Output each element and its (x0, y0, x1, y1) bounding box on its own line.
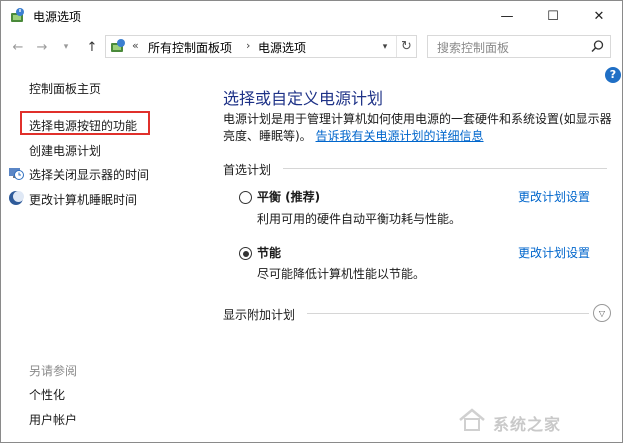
minimize-button[interactable]: — (484, 1, 530, 31)
power-options-app-icon (11, 8, 24, 22)
watermark-text: 系统之家 (493, 415, 562, 434)
chevron-down-icon: ▾ (63, 42, 69, 52)
window-title: 电源选项 (33, 10, 82, 24)
chevron-down-icon: ▽ (598, 308, 606, 318)
search-icon[interactable] (590, 39, 605, 54)
minimize-icon: — (500, 8, 514, 24)
plan-power-saver-name[interactable]: 节能 (257, 244, 281, 261)
power-options-window: 电源选项 — ☐ ✕ ← → ▾ ↑ « 所有控制面板项 › 电源选项 ▾ ↻ … (0, 0, 623, 443)
radio-selected-dot (242, 250, 249, 257)
sidebar-item-user-accounts[interactable]: 用户帐户 (29, 411, 77, 428)
back-arrow-icon: ← (12, 39, 24, 55)
plan-balanced-description: 利用可用的硬件自动平衡功耗与性能。 (257, 212, 462, 226)
recent-locations-button[interactable]: ▾ (57, 38, 75, 56)
sidebar-item-power-button[interactable]: 选择电源按钮的功能 (29, 117, 137, 134)
refresh-icon: ↻ (401, 39, 412, 54)
breadcrumb-separator: › (246, 39, 251, 52)
address-dropdown-button[interactable]: ▾ (376, 36, 394, 57)
sidebar-item-display-off-time[interactable]: 选择关闭显示器的时间 (29, 166, 149, 183)
breadcrumb-all-control-panel[interactable]: 所有控制面板项 (148, 39, 232, 56)
breadcrumb-power-options[interactable]: 电源选项 (258, 39, 306, 56)
see-also-heading: 另请参阅 (29, 364, 78, 378)
moon-icon (9, 191, 24, 205)
watermark-house-icon (459, 408, 485, 431)
expand-additional-plans-button[interactable]: ▽ (593, 304, 611, 322)
page-description: 电源计划是用于管理计算机如何使用电源的一套硬件和系统设置(如显示器亮度、睡眠等)… (223, 111, 617, 145)
sidebar-item-control-panel-home[interactable]: 控制面板主页 (29, 80, 101, 97)
up-button[interactable]: ↑ (83, 38, 101, 56)
refresh-button[interactable]: ↻ (396, 36, 416, 57)
control-panel-icon (111, 39, 125, 52)
power-plan-info-link[interactable]: 告诉我有关电源计划的详细信息 (316, 129, 484, 143)
plan-power-saver-radio[interactable] (239, 247, 252, 260)
maximize-button[interactable]: ☐ (530, 1, 576, 31)
section-divider (283, 168, 607, 169)
section-divider (307, 313, 589, 314)
address-row: ← → ▾ ↑ « 所有控制面板项 › 电源选项 ▾ ↻ 搜索控制面板 (1, 31, 622, 63)
title-bar: 电源选项 — ☐ ✕ (1, 1, 622, 31)
sidebar-item-sleep-time[interactable]: 更改计算机睡眠时间 (29, 191, 137, 208)
help-icon[interactable]: ? (605, 67, 621, 83)
plan-balanced-radio[interactable] (239, 191, 252, 204)
close-icon: ✕ (593, 8, 605, 24)
address-bar[interactable]: « 所有控制面板项 › 电源选项 ▾ ↻ (105, 35, 417, 58)
address-overflow[interactable]: « (132, 39, 139, 52)
forward-arrow-icon: → (36, 39, 48, 55)
page-title: 选择或自定义电源计划 (223, 89, 384, 108)
close-button[interactable]: ✕ (576, 1, 622, 31)
maximize-icon: ☐ (547, 8, 559, 24)
sidebar-item-personalization[interactable]: 个性化 (29, 386, 65, 403)
sidebar-item-create-plan[interactable]: 创建电源计划 (29, 142, 101, 159)
chevron-down-icon: ▾ (382, 41, 388, 52)
monitor-clock-icon (9, 168, 24, 180)
additional-plans-heading[interactable]: 显示附加计划 (223, 306, 295, 323)
watermark-logo: 系统之家 (457, 405, 617, 435)
preferred-plans-heading: 首选计划 (223, 163, 272, 177)
plan-power-saver-description: 尽可能降低计算机性能以节能。 (257, 267, 426, 281)
forward-button[interactable]: → (33, 38, 51, 56)
search-input[interactable]: 搜索控制面板 (427, 35, 611, 58)
back-button[interactable]: ← (9, 38, 27, 56)
plan-balanced-change-settings-link[interactable]: 更改计划设置 (518, 188, 590, 205)
plan-balanced-name[interactable]: 平衡 (推荐) (257, 188, 320, 205)
up-arrow-icon: ↑ (86, 39, 98, 55)
plan-power-saver-change-settings-link[interactable]: 更改计划设置 (518, 244, 590, 261)
search-placeholder: 搜索控制面板 (437, 41, 510, 55)
